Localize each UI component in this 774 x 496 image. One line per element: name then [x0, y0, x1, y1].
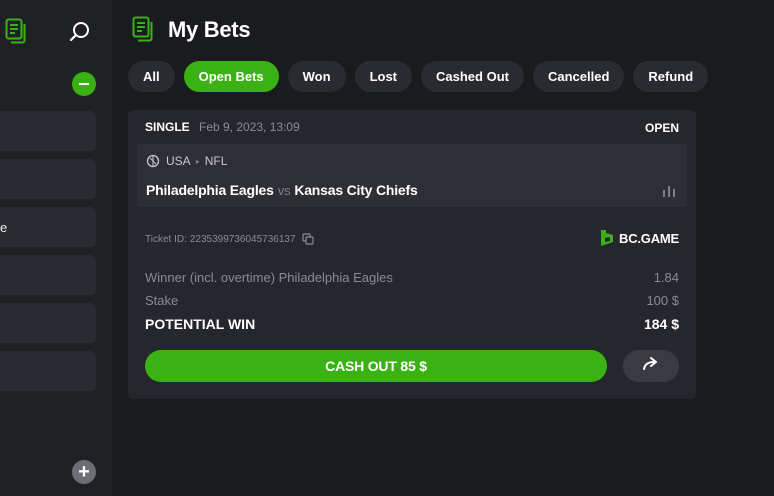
- country-label[interactable]: USA: [166, 154, 191, 168]
- vs-label: vs: [277, 183, 291, 198]
- share-button[interactable]: [623, 350, 679, 382]
- tab-cashed-out[interactable]: Cashed Out: [421, 61, 524, 92]
- search-icon[interactable]: [66, 18, 94, 46]
- selection-label: Winner (incl. overtime) Philadelphia Eag…: [145, 270, 393, 285]
- sidebar-item[interactable]: [0, 111, 96, 151]
- home-team: Philadelphia Eagles: [146, 182, 274, 198]
- bc-game-logo-icon: [599, 229, 615, 247]
- page-header: My Bets: [132, 15, 251, 45]
- ticket-id: 2235399736045736137: [189, 233, 296, 245]
- bet-status: OPEN: [644, 121, 679, 135]
- away-team: Kansas City Chiefs: [294, 182, 418, 198]
- stake-row: Stake 100 $: [145, 293, 679, 308]
- odds-value: 1.84: [653, 270, 679, 285]
- bets-document-icon[interactable]: [4, 17, 30, 45]
- sidebar-item[interactable]: [0, 303, 96, 343]
- brand-logo: BC.GAME: [599, 229, 679, 247]
- tab-cancelled[interactable]: Cancelled: [532, 61, 625, 92]
- sidebar-item-label: e: [0, 220, 8, 235]
- bets-document-icon: [132, 16, 156, 44]
- bet-date: Feb 9, 2023, 13:09: [199, 120, 300, 134]
- bet-card: SINGLE Feb 9, 2023, 13:09 OPEN USA ▸ NFL…: [128, 110, 696, 399]
- tab-open-bets[interactable]: Open Bets: [183, 61, 279, 92]
- bet-type: SINGLE: [145, 120, 190, 134]
- share-arrow-icon: [642, 356, 660, 376]
- tab-refund[interactable]: Refund: [633, 61, 709, 92]
- ticket-info: Ticket ID: 2235399736045736137: [145, 233, 314, 245]
- league-label[interactable]: NFL: [205, 154, 228, 168]
- sidebar-item[interactable]: [0, 351, 96, 391]
- brand-name: BC.GAME: [619, 230, 679, 246]
- collapse-button[interactable]: [72, 72, 96, 96]
- selection-row: Winner (incl. overtime) Philadelphia Eag…: [145, 270, 679, 285]
- page-title: My Bets: [168, 17, 251, 42]
- sidebar-item[interactable]: [0, 159, 96, 199]
- event-panel[interactable]: USA ▸ NFL Philadelphia Eagles vs Kansas …: [137, 144, 687, 207]
- ticket-label: Ticket ID:: [145, 233, 187, 245]
- copy-icon[interactable]: [301, 233, 314, 245]
- tab-all[interactable]: All: [128, 61, 175, 92]
- bar-chart-icon[interactable]: [662, 184, 676, 197]
- plus-icon: +: [78, 461, 90, 483]
- chevron-right-icon: ▸: [195, 156, 200, 166]
- sidebar-item[interactable]: [0, 255, 96, 295]
- bet-filter-tabs: All Open Bets Won Lost Cashed Out Cancel…: [128, 61, 709, 92]
- potential-win-value: 184 $: [643, 316, 679, 332]
- tab-lost[interactable]: Lost: [354, 61, 413, 92]
- matchup: Philadelphia Eagles vs Kansas City Chief…: [146, 182, 418, 198]
- stake-label: Stake: [145, 293, 179, 308]
- stake-value: 100 $: [646, 293, 679, 308]
- potential-win-label: POTENTIAL WIN: [145, 316, 256, 332]
- football-icon: [146, 154, 160, 168]
- sidebar-item[interactable]: e: [0, 207, 96, 247]
- breadcrumb: USA ▸ NFL: [146, 154, 227, 168]
- cash-out-button[interactable]: CASH OUT 85 $: [145, 350, 607, 382]
- potential-win-row: POTENTIAL WIN 184 $: [145, 316, 679, 332]
- add-button[interactable]: +: [72, 460, 96, 484]
- tab-won[interactable]: Won: [287, 61, 346, 92]
- sidebar: e +: [0, 0, 112, 496]
